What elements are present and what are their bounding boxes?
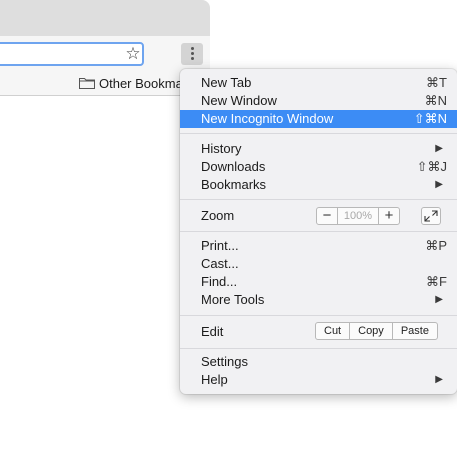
cut-button[interactable]: Cut	[316, 323, 349, 339]
dot-icon	[191, 57, 194, 60]
menu-item-label: Print...	[201, 238, 239, 253]
fullscreen-icon	[424, 210, 438, 222]
shortcut-label: ⌘P	[425, 238, 447, 253]
menu-separator	[180, 199, 457, 200]
edit-label: Edit	[201, 324, 224, 339]
menu-item-print[interactable]: Print... ⌘P	[180, 237, 457, 255]
menu-item-find[interactable]: Find... ⌘F	[180, 273, 457, 291]
zoom-level: 100%	[337, 208, 379, 224]
menu-separator	[180, 133, 457, 134]
zoom-row: Zoom − 100% +	[180, 201, 457, 231]
menu-item-bookmarks[interactable]: Bookmarks ▶	[180, 176, 457, 194]
menu-item-label: History	[201, 141, 242, 156]
menu-item-new-incognito-window[interactable]: New Incognito Window ⇧⌘N	[180, 110, 457, 128]
dot-icon	[191, 52, 194, 55]
menu-item-label: Bookmarks	[201, 177, 267, 192]
submenu-arrow-icon: ▶	[435, 143, 443, 154]
menu-item-settings[interactable]: Settings	[180, 353, 457, 371]
copy-button[interactable]: Copy	[349, 323, 392, 339]
menu-separator	[180, 231, 457, 232]
menu-item-downloads[interactable]: Downloads ⇧⌘J	[180, 158, 457, 176]
menu-item-help[interactable]: Help ▶	[180, 371, 457, 389]
menu-item-new-window[interactable]: New Window ⌘N	[180, 92, 457, 110]
menu-item-history[interactable]: History ▶	[180, 140, 457, 158]
shortcut-label: ⇧⌘J	[416, 159, 447, 174]
zoom-in-button[interactable]: +	[379, 208, 399, 224]
menu-item-label: Cast...	[201, 256, 239, 271]
menu-button[interactable]	[181, 43, 203, 65]
menu-item-cast[interactable]: Cast...	[180, 255, 457, 273]
fullscreen-button[interactable]	[421, 207, 441, 225]
menu-item-label: New Tab	[201, 75, 252, 90]
menu-item-label: Find...	[201, 274, 238, 289]
menu-item-label: More Tools	[201, 292, 265, 307]
shortcut-label: ⇧⌘N	[413, 111, 447, 126]
dot-icon	[191, 47, 194, 50]
menu-item-label: Downloads	[201, 159, 266, 174]
submenu-arrow-icon: ▶	[435, 179, 443, 190]
shortcut-label: ⌘F	[426, 274, 447, 289]
submenu-arrow-icon: ▶	[435, 374, 443, 385]
zoom-label: Zoom	[201, 208, 235, 223]
menu-separator	[180, 348, 457, 349]
chrome-menu: New Tab ⌘T New Window ⌘N New Incognito W…	[180, 69, 457, 394]
menu-item-label: Help	[201, 372, 228, 387]
menu-item-label: Settings	[201, 354, 248, 369]
menu-item-more-tools[interactable]: More Tools ▶	[180, 291, 457, 309]
star-icon[interactable]: ☆	[124, 44, 142, 64]
address-bar[interactable]	[0, 42, 144, 66]
menu-item-label: New Window	[201, 93, 277, 108]
browser-window: ☆ Other Bookmarks	[0, 0, 210, 459]
submenu-arrow-icon: ▶	[435, 294, 443, 305]
shortcut-label: ⌘T	[426, 75, 447, 90]
paste-button[interactable]: Paste	[391, 323, 437, 339]
title-bar	[0, 0, 210, 36]
menu-separator	[180, 315, 457, 316]
folder-icon	[79, 78, 95, 89]
shortcut-label: ⌘N	[424, 93, 447, 108]
zoom-control: − 100% +	[316, 207, 400, 225]
edit-button-group: Cut Copy Paste	[315, 322, 438, 340]
edit-row: Edit Cut Copy Paste	[180, 321, 457, 343]
menu-item-label: New Incognito Window	[201, 111, 334, 126]
menu-item-new-tab[interactable]: New Tab ⌘T	[180, 74, 457, 92]
zoom-out-button[interactable]: −	[317, 208, 337, 224]
